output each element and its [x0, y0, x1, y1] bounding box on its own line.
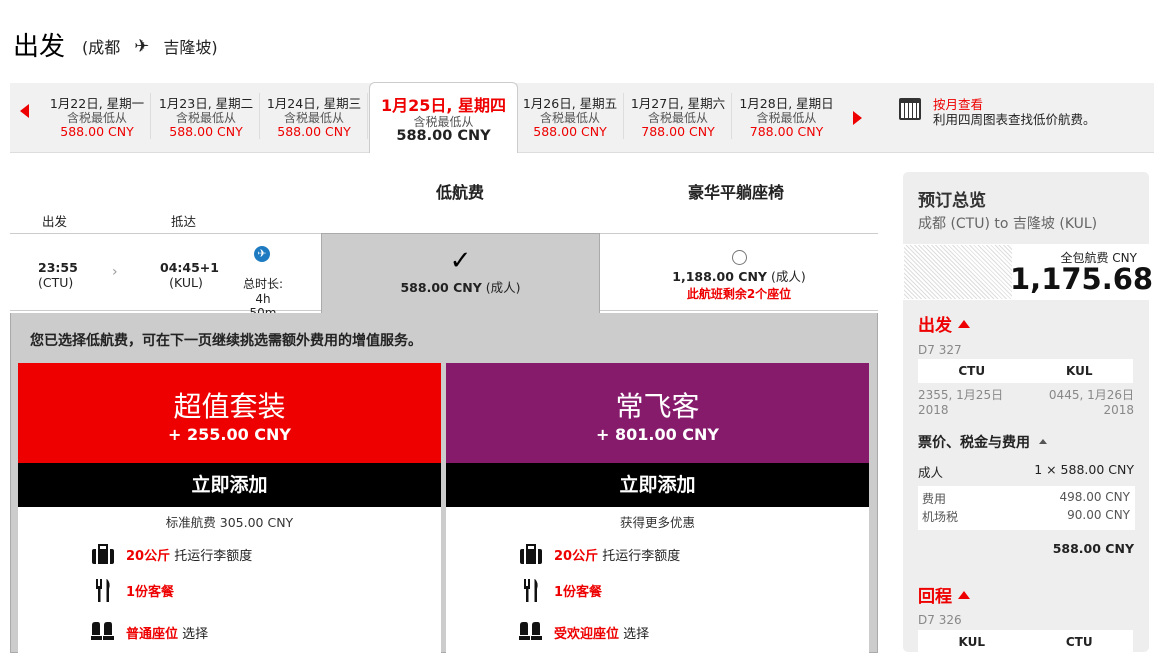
return-leg: KUL CTU — [918, 630, 1133, 654]
seats-remaining: 此航班剩余2个座位 — [686, 287, 792, 301]
outbound-toggle[interactable]: 出发 — [918, 311, 970, 336]
fee-label: 费用 — [922, 492, 947, 506]
plane-icon: ✈ — [134, 35, 150, 57]
luggage-icon — [520, 544, 542, 564]
radio-button[interactable] — [731, 250, 747, 265]
bundle-frequent-flyer: 常飞客 + 801.00 CNY 立即添加 获得更多优惠 20公斤 托运行李额度… — [446, 363, 869, 663]
page-title: 出发 — [13, 32, 66, 62]
flight-details-icon[interactable]: ✈ — [254, 246, 270, 262]
route-origin: (成都 — [82, 38, 121, 57]
prev-dates-arrow-icon[interactable] — [20, 104, 29, 118]
departure-info: 23:55 (CTU) — [38, 260, 78, 290]
date-tab[interactable]: 1月23日, 星期二 含税最低从 588.00 CNY — [153, 93, 260, 139]
fare-heading-premium: 豪华平躺座椅 — [688, 183, 785, 202]
outbound-arrival: 0445, 1月26日 2018 — [1048, 388, 1134, 417]
chevron-right-icon: › — [112, 264, 118, 280]
arrive-column-label: 抵达 — [171, 214, 197, 229]
bundle-name: 常飞客 — [615, 390, 700, 423]
cutlery-icon — [524, 579, 538, 602]
arrival-time: 04:45+1 — [160, 260, 219, 275]
luggage-icon — [92, 544, 114, 564]
collapse-up-icon — [958, 320, 970, 328]
summary-route: 成都 (CTU) to 吉隆坡 (KUL) — [918, 216, 1098, 232]
bundle-value-pack: 超值套装 + 255.00 CNY 立即添加 标准航费 305.00 CNY 2… — [18, 363, 441, 663]
bundle-subtext: 获得更多优惠 — [619, 515, 695, 530]
tax-label: 机场税 — [922, 510, 959, 524]
tax-value: 90.00 CNY — [1067, 508, 1130, 522]
feature-seat: 普通座位 选择 — [90, 619, 208, 645]
feature-meal: 1份客餐 — [518, 577, 602, 603]
fare-option-low[interactable]: ✓ 588.00 CNY (成人) — [321, 233, 600, 313]
premium-fare-price: 1,188.00 CNY (成人) — [672, 269, 806, 284]
fee-value: 498.00 CNY — [1059, 490, 1131, 504]
hatch-pattern — [904, 245, 1012, 299]
departure-time: 23:55 — [38, 260, 78, 275]
seat-icon — [519, 622, 542, 640]
fees-toggle[interactable]: 票价、税金与费用 — [918, 432, 1047, 452]
add-value-pack-button[interactable]: 立即添加 — [18, 463, 441, 507]
fare-option-premium[interactable]: 1,188.00 CNY (成人) 此航班剩余2个座位 — [600, 233, 878, 311]
outbound-flight-number: D7 327 — [918, 343, 962, 357]
bundle-subtext: 标准航费 305.00 CNY — [165, 515, 294, 530]
cutlery-icon — [96, 579, 110, 602]
next-dates-arrow-icon[interactable] — [853, 111, 862, 125]
date-tab[interactable]: 1月26日, 星期五 含税最低从 588.00 CNY — [517, 93, 624, 139]
calendar-icon[interactable] — [899, 98, 921, 120]
departure-airport: (CTU) — [38, 275, 74, 290]
return-toggle[interactable]: 回程 — [918, 582, 970, 607]
bundle-price: + 255.00 CNY — [167, 425, 291, 444]
date-tab-selected[interactable]: 1月25日, 星期四 含税最低从 588.00 CNY — [369, 82, 518, 153]
collapse-up-icon — [958, 591, 970, 599]
seat-icon — [91, 622, 114, 640]
route-destination: 吉隆坡) — [163, 38, 218, 57]
bundle-price: + 801.00 CNY — [595, 425, 719, 444]
feature-baggage: 20公斤 托运行李额度 — [90, 541, 252, 567]
total-amount: 1,175.68 — [1010, 262, 1154, 296]
subtotal: 588.00 CNY — [1052, 541, 1134, 556]
depart-column-label: 出发 — [42, 214, 68, 229]
outbound-leg: CTU KUL — [918, 359, 1133, 383]
add-frequent-flyer-button[interactable]: 立即添加 — [446, 463, 869, 507]
fare-heading-low: 低航费 — [436, 183, 485, 202]
arrival-info: 04:45+1 (KUL) — [160, 260, 219, 290]
feature-baggage: 20公斤 托运行李额度 — [518, 541, 680, 567]
checkmark-icon: ✓ — [449, 246, 472, 276]
date-tab[interactable]: 1月27日, 星期六 含税最低从 788.00 CNY — [625, 93, 732, 139]
adult-value: 1 × 588.00 CNY — [1034, 462, 1134, 477]
adult-label: 成人 — [918, 465, 944, 480]
view-by-month-description: 利用四周图表查找低价航费。 — [933, 112, 1096, 127]
low-fare-price: 588.00 CNY (成人) — [400, 280, 521, 295]
route-summary: (成都 ✈ 吉隆坡) — [82, 34, 218, 58]
feature-meal: 1份客餐 — [90, 577, 174, 603]
feature-seat: 受欢迎座位 选择 — [518, 619, 649, 645]
panel-message: 您已选择低航费，可在下一页继续挑选需额外费用的增值服务。 — [30, 333, 422, 349]
arrival-airport: (KUL) — [169, 275, 203, 290]
date-tab[interactable]: 1月22日, 星期一 含税最低从 588.00 CNY — [44, 93, 151, 139]
outbound-departure: 2355, 1月25日 2018 — [918, 388, 1004, 417]
bundle-name: 超值套装 — [173, 390, 286, 423]
date-tab[interactable]: 1月24日, 星期三 含税最低从 588.00 CNY — [261, 93, 368, 139]
collapse-up-icon — [1038, 439, 1047, 444]
date-tab[interactable]: 1月28日, 星期日 含税最低从 788.00 CNY — [733, 93, 840, 139]
summary-title: 预订总览 — [918, 191, 986, 211]
date-strip: 1月22日, 星期一 含税最低从 588.00 CNY 1月23日, 星期二 含… — [10, 82, 1154, 153]
return-flight-number: D7 326 — [918, 613, 962, 627]
